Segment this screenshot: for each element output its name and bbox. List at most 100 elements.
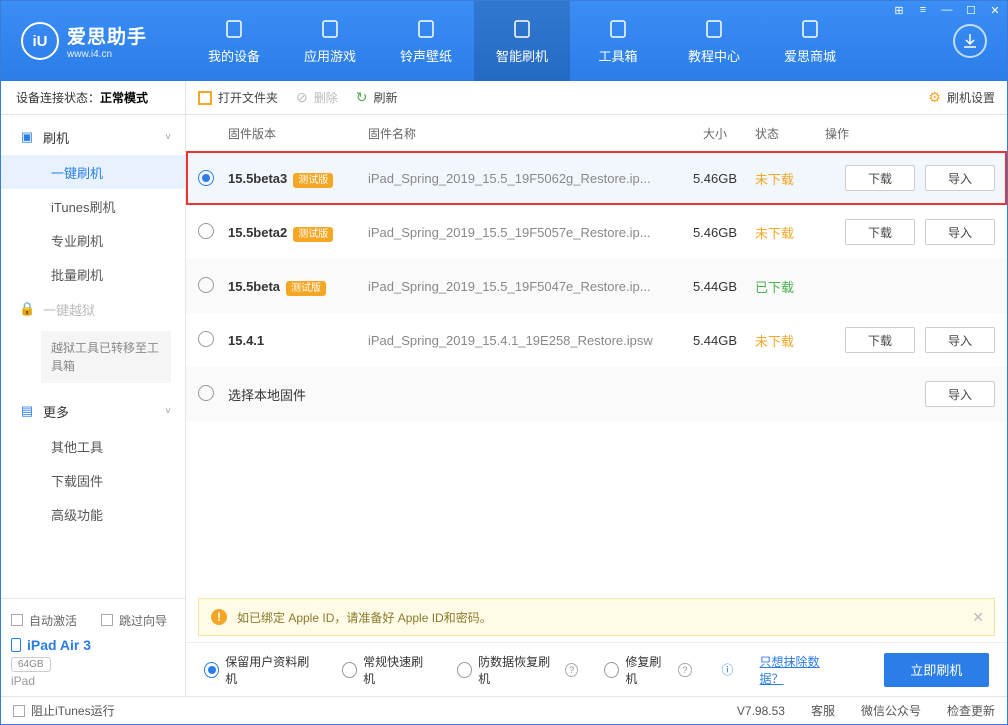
import-button[interactable]: 导入 (925, 327, 995, 353)
refresh-icon: ↻ (356, 89, 368, 106)
download-button[interactable]: 下载 (845, 219, 915, 245)
col-status: 状态 (755, 125, 825, 142)
download-arrow-icon (962, 33, 978, 49)
col-name: 固件名称 (368, 125, 675, 142)
download-manager-button[interactable] (953, 24, 987, 58)
tree-item-itunes[interactable]: iTunes刷机 (1, 189, 185, 223)
download-button[interactable]: 下载 (845, 327, 915, 353)
nav-ringtone[interactable]: 铃声壁纸 (378, 1, 474, 81)
footer: 阻止iTunes运行 V7.98.53 客服 微信公众号 检查更新 (1, 696, 1007, 724)
firmware-radio[interactable] (198, 223, 214, 239)
firmware-radio[interactable] (198, 385, 214, 401)
firmware-size: 5.44GB (675, 333, 755, 348)
mode-normal[interactable]: 常规快速刷机 (342, 653, 431, 687)
mode-radio[interactable] (604, 662, 619, 678)
import-button[interactable]: 导入 (925, 165, 995, 191)
minimize-icon[interactable]: — (940, 4, 954, 17)
download-button[interactable]: 下载 (845, 165, 915, 191)
block-itunes-label: 阻止iTunes运行 (31, 702, 115, 719)
beta-tag: 测试版 (286, 281, 326, 296)
open-folder-button[interactable]: 打开文件夹 (198, 89, 278, 106)
tree-jailbreak[interactable]: 🔒一键越狱 (1, 291, 185, 327)
firmware-row: 15.5beta3测试版iPad_Spring_2019_15.5_19F506… (186, 151, 1007, 205)
grid-icon[interactable]: ⊞ (892, 4, 906, 17)
firmware-row: 15.5beta2测试版iPad_Spring_2019_15.5_19F505… (186, 205, 1007, 259)
flash-now-button[interactable]: 立即刷机 (884, 653, 989, 687)
refresh-button[interactable]: ↻刷新 (356, 89, 398, 106)
local-firmware-label: 选择本地固件 (228, 388, 306, 403)
firmware-filename: iPad_Spring_2019_15.5_19F5057e_Restore.i… (368, 225, 675, 240)
mode-keep[interactable]: 保留用户资料刷机 (204, 653, 316, 687)
ringtone-icon (415, 18, 437, 40)
tree-flash[interactable]: ▣刷机˅ (1, 119, 185, 155)
mode-repair[interactable]: 修复刷机? (604, 653, 691, 687)
auto-activate-checkbox[interactable] (11, 614, 23, 626)
list-icon[interactable]: ≡ (916, 4, 930, 17)
col-version: 固件版本 (228, 125, 368, 142)
device-icon (223, 18, 245, 40)
check-update-link[interactable]: 检查更新 (947, 702, 995, 719)
nav-store[interactable]: 爱思商城 (762, 1, 858, 81)
wechat-link[interactable]: 微信公众号 (861, 702, 921, 719)
logo-title: 爱思助手 (67, 22, 147, 49)
device-name[interactable]: iPad Air 3 (11, 637, 175, 653)
tree-more[interactable]: ▤更多˅ (1, 393, 185, 429)
flash-settings-button[interactable]: ⚙刷机设置 (928, 89, 995, 106)
sidebar: 设备连接状态： 正常模式 ▣刷机˅一键刷机iTunes刷机专业刷机批量刷机🔒一键… (1, 81, 186, 696)
apps-icon (319, 18, 341, 40)
device-type: iPad (11, 674, 175, 688)
mode-radio[interactable] (457, 662, 472, 678)
connection-value: 正常模式 (100, 89, 148, 106)
firmware-filename: iPad_Spring_2019_15.5_19F5062g_Restore.i… (368, 171, 675, 186)
content: 打开文件夹 ⊘删除 ↻刷新 ⚙刷机设置 固件版本 固件名称 大小 状态 操作 1… (186, 81, 1007, 696)
firmware-list: 15.5beta3测试版iPad_Spring_2019_15.5_19F506… (186, 151, 1007, 421)
help-icon[interactable]: ? (565, 663, 578, 677)
flash-icon (511, 18, 533, 40)
erase-link[interactable]: 只想抹除数据？ (760, 653, 840, 687)
mode-radio[interactable] (342, 662, 357, 678)
mode-recover[interactable]: 防数据恢复刷机? (457, 653, 578, 687)
folder-icon (198, 91, 212, 105)
device-capacity: 64GB (11, 657, 51, 672)
version-text: 15.5beta2 (228, 225, 287, 240)
tree-item-pro[interactable]: 专业刷机 (1, 223, 185, 257)
gear-icon: ⚙ (928, 89, 941, 106)
help-icon[interactable]: ? (678, 663, 691, 677)
store-icon (799, 18, 821, 40)
col-size: 大小 (675, 125, 755, 142)
device-panel: 自动激活 跳过向导 iPad Air 3 64GB iPad (1, 598, 185, 696)
nav-tutorial[interactable]: 教程中心 (666, 1, 762, 81)
nav-device[interactable]: 我的设备 (186, 1, 282, 81)
tree-item-oneclick[interactable]: 一键刷机 (1, 155, 185, 189)
mode-bar: 保留用户资料刷机常规快速刷机防数据恢复刷机? 修复刷机? ⓘ 只想抹除数据？ 立即… (186, 642, 1007, 696)
tutorial-icon (703, 18, 725, 40)
skip-guide-checkbox[interactable] (101, 614, 113, 626)
warning-close-button[interactable]: ✕ (972, 609, 984, 626)
import-button[interactable]: 导入 (925, 381, 995, 407)
firmware-radio[interactable] (198, 277, 214, 293)
support-link[interactable]: 客服 (811, 702, 835, 719)
version-label: V7.98.53 (737, 704, 785, 718)
firmware-filename: iPad_Spring_2019_15.5_19F5047e_Restore.i… (368, 279, 675, 294)
tree-flash-icon: ▣ (19, 129, 35, 145)
firmware-radio[interactable] (198, 331, 214, 347)
nav-flash[interactable]: 智能刷机 (474, 1, 570, 81)
tree-item-other[interactable]: 其他工具 (1, 429, 185, 463)
close-icon[interactable]: ✕ (988, 4, 1002, 17)
nav-apps[interactable]: 应用游戏 (282, 1, 378, 81)
toolbox-icon (607, 18, 629, 40)
status-text: 未下载 (755, 226, 794, 241)
nav-toolbox[interactable]: 工具箱 (570, 1, 666, 81)
delete-button[interactable]: ⊘删除 (296, 89, 338, 106)
block-itunes-checkbox[interactable] (13, 705, 25, 717)
tree-item-adv[interactable]: 高级功能 (1, 497, 185, 531)
import-button[interactable]: 导入 (925, 219, 995, 245)
tree-item-download[interactable]: 下载固件 (1, 463, 185, 497)
info-icon[interactable]: ⓘ (722, 661, 734, 678)
firmware-radio[interactable] (198, 170, 214, 186)
mode-radio[interactable] (204, 662, 219, 678)
firmware-row: 15.4.1iPad_Spring_2019_15.4.1_19E258_Res… (186, 313, 1007, 367)
tree-item-batch[interactable]: 批量刷机 (1, 257, 185, 291)
maximize-icon[interactable]: ☐ (964, 4, 978, 17)
delete-icon: ⊘ (296, 89, 308, 106)
